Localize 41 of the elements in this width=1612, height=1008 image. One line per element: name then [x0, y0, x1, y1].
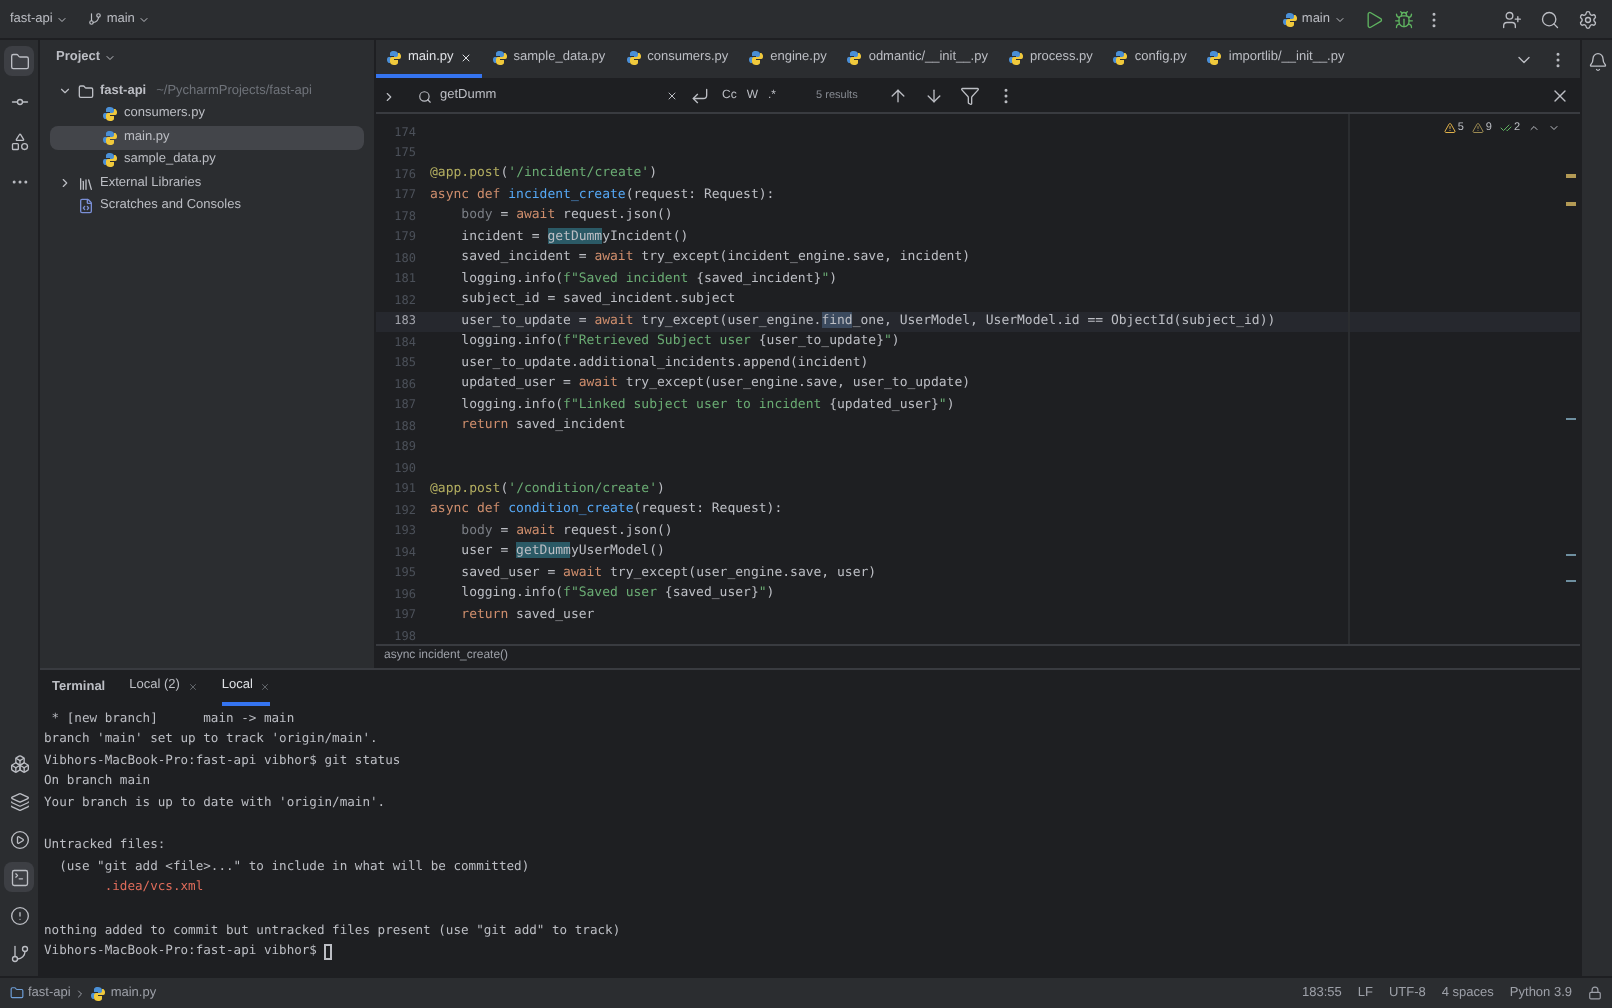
caret-icon [56, 13, 69, 25]
python-file-icon [1112, 49, 1129, 65]
python-file-icon [625, 49, 642, 65]
next-icon[interactable] [1548, 122, 1560, 135]
python-file-icon [1206, 49, 1223, 65]
python-file-icon [90, 985, 107, 1001]
caret-icon [138, 13, 151, 25]
scratch-file-icon [78, 198, 94, 215]
clear-icon[interactable] [666, 90, 678, 102]
stripe-mark [1566, 174, 1576, 177]
caret-icon [104, 52, 117, 64]
separator-icon [74, 987, 87, 999]
expand-icon[interactable] [382, 89, 396, 103]
lock-icon[interactable] [1588, 986, 1602, 1000]
check-icon [1499, 122, 1512, 135]
python-file-icon [102, 106, 118, 123]
python-file-icon [846, 49, 863, 65]
text-cursor [324, 943, 333, 960]
previous-icon[interactable] [1528, 122, 1540, 135]
python-file-icon [1281, 11, 1298, 27]
library-icon [78, 175, 94, 192]
python-file-icon [491, 49, 508, 65]
caret-icon [1334, 13, 1346, 25]
terminal-icon[interactable] [4, 862, 34, 892]
python-file-icon [102, 129, 118, 146]
python-file-icon [1007, 49, 1024, 65]
python-file-icon [386, 49, 402, 65]
scroll-thumb[interactable] [1566, 554, 1576, 582]
warning-icon [1443, 122, 1456, 135]
branch-icon [88, 12, 103, 26]
stripe-mark [1566, 202, 1576, 206]
search-icon [418, 89, 432, 103]
python-file-icon [102, 152, 118, 169]
folder-icon[interactable] [4, 46, 34, 76]
expand-icon[interactable] [58, 176, 72, 191]
stripe-mark [1566, 418, 1576, 420]
folder-icon [10, 986, 24, 1000]
python-file-icon [748, 49, 765, 65]
warning-icon [1471, 122, 1484, 135]
folder-icon [78, 83, 94, 100]
expand-icon[interactable] [58, 84, 72, 99]
